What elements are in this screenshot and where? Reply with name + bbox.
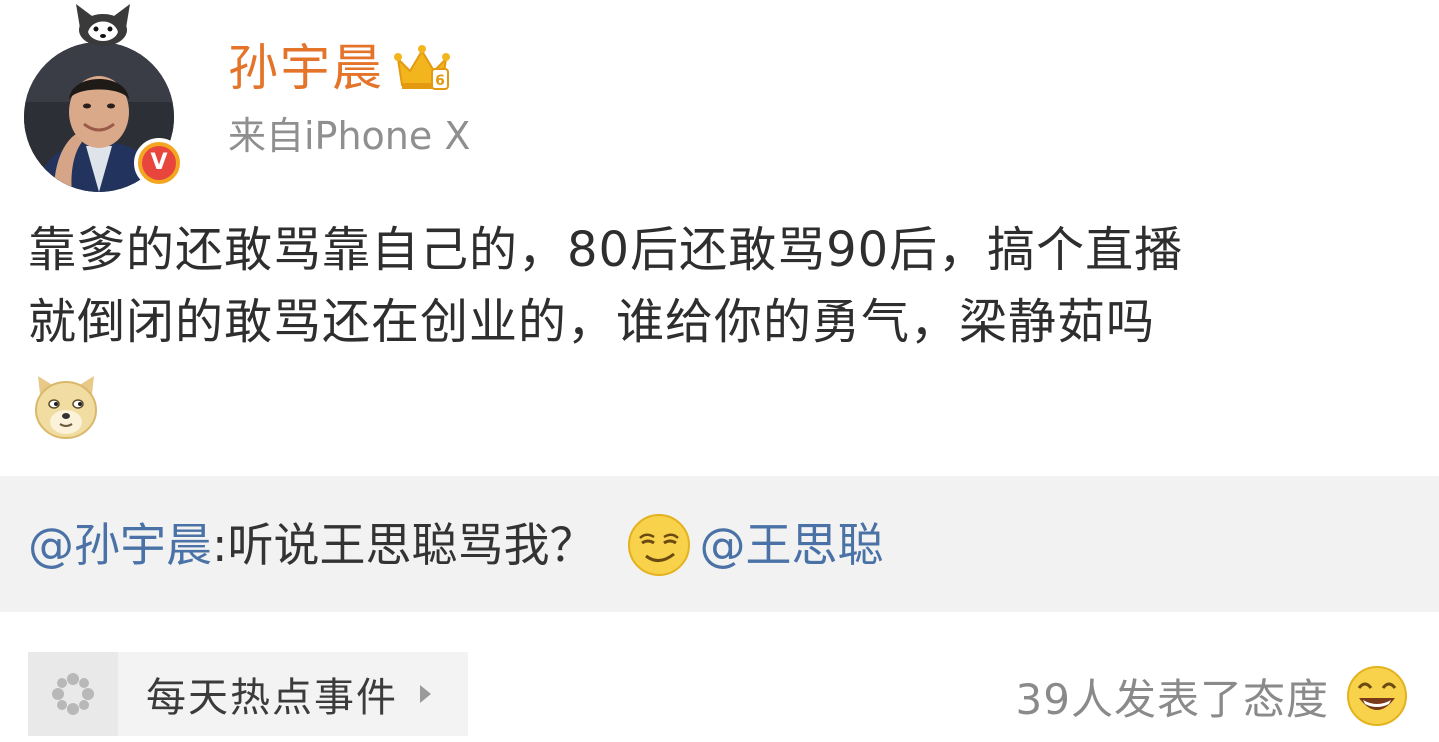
post-line: 就倒闭的敢骂还在创业的，谁给你的勇气，梁静茹吗 <box>28 294 1156 350</box>
avatar-container[interactable]: V <box>24 4 184 192</box>
post-content: 靠爹的还敢骂靠自己的，80后还敢骂90后，搞个直播 就倒闭的敢骂还在创业的，谁给… <box>28 214 1428 358</box>
verified-badge-icon: V <box>134 138 184 188</box>
quoted-post[interactable]: @孙宇晨 :听说王思聪骂我？ @王思聪 <box>0 476 1439 612</box>
reactions-count-text: 39人发表了态度 <box>1015 674 1329 724</box>
mention-target-link[interactable]: @王思聪 <box>700 510 884 580</box>
post-line: 靠爹的还敢骂靠自己的，80后还敢骂90后，搞个直播 <box>28 222 1184 278</box>
quoted-post-text: @孙宇晨 :听说王思聪骂我？ @王思聪 <box>28 510 884 580</box>
topic-tag[interactable]: 每天热点事件 <box>28 652 468 736</box>
post-header: 孙宇晨 6 <box>228 36 450 100</box>
post-source: 来自iPhone X <box>228 114 471 158</box>
username[interactable]: 孙宇晨 <box>228 36 384 100</box>
svg-text:6: 6 <box>435 73 445 89</box>
laugh-emoji-icon <box>1347 666 1407 726</box>
reactions-summary[interactable]: 39人发表了态度 <box>1016 660 1409 732</box>
quote-text: :听说王思聪骂我？ <box>212 518 596 572</box>
mention-author-link[interactable]: @孙宇晨 <box>28 510 212 580</box>
chevron-right-icon <box>420 685 431 703</box>
smirk-emoji-icon <box>627 514 690 576</box>
topic-flower-icon <box>52 673 94 715</box>
topic-icon-box <box>28 652 118 736</box>
topic-label: 每天热点事件 <box>146 675 398 721</box>
husky-pendant-icon <box>76 4 130 46</box>
vip-crown-icon[interactable]: 6 <box>394 43 450 93</box>
doge-emoji-icon <box>35 376 97 439</box>
